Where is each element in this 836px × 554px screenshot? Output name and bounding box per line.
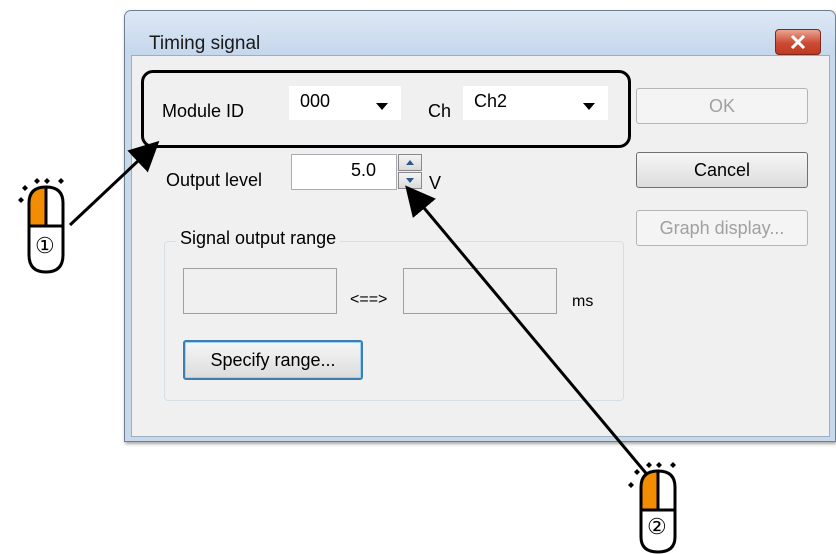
close-icon	[790, 35, 806, 49]
dialog-title: Timing signal	[149, 33, 261, 54]
output-level-input[interactable]: 5.0	[291, 154, 397, 190]
arrow-down-icon	[406, 178, 414, 183]
graph-display-button[interactable]: Graph display...	[636, 210, 808, 246]
title-bar: Timing signal	[125, 11, 835, 55]
range-start-input[interactable]	[183, 268, 337, 314]
range-separator: <==>	[350, 291, 388, 308]
spin-up-button[interactable]	[398, 154, 422, 171]
annotation-number-2: ②	[647, 514, 667, 539]
close-button[interactable]	[775, 29, 821, 55]
annotation-number-1: ①	[35, 233, 55, 258]
signal-output-range-title: Signal output range	[176, 228, 341, 249]
annotation-highlight-box	[141, 70, 631, 148]
output-level-value: 5.0	[350, 160, 376, 180]
output-level-spinner[interactable]	[398, 154, 422, 190]
spin-down-button[interactable]	[398, 172, 422, 189]
cancel-button[interactable]: Cancel	[636, 152, 808, 188]
range-end-input[interactable]	[403, 268, 557, 314]
specify-range-button[interactable]: Specify range...	[183, 340, 363, 380]
output-unit-label: V	[429, 173, 442, 193]
ok-button[interactable]: OK	[636, 88, 808, 124]
arrow-up-icon	[406, 160, 414, 165]
output-level-label: Output level	[166, 170, 263, 190]
range-unit-label: ms	[572, 293, 594, 310]
